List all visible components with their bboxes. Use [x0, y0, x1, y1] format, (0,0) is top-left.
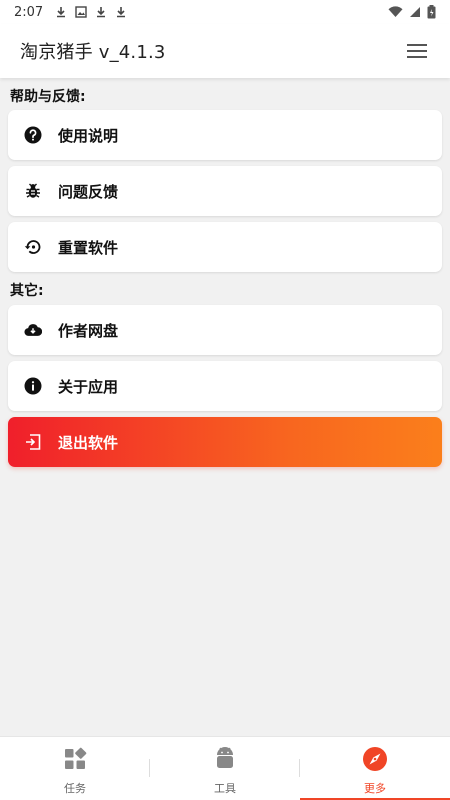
exit-app-label: 退出软件: [58, 433, 119, 452]
nav-tab-more[interactable]: 更多: [300, 737, 450, 800]
nav-tab-more-label: 更多: [364, 781, 386, 795]
restore-icon: [24, 238, 42, 256]
nav-tab-tools[interactable]: 工具: [150, 737, 300, 800]
system-icons: [388, 5, 436, 19]
hamburger-menu-icon: [407, 44, 427, 58]
exit-app-button[interactable]: 退出软件: [8, 417, 442, 467]
nav-tab-tasks[interactable]: 任务: [0, 737, 150, 800]
app-bar: 淘京猪手 v_4.1.3: [0, 24, 450, 78]
bottom-nav: 任务 工具 更多: [0, 736, 450, 800]
author-netdisk-label: 作者网盘: [58, 321, 119, 340]
download-icon: [117, 7, 126, 18]
reset-app-button[interactable]: 重置软件: [8, 222, 442, 272]
info-icon: [24, 377, 42, 395]
status-time: 2:07: [14, 4, 44, 20]
about-app-button[interactable]: 关于应用: [8, 361, 442, 411]
logout-icon: [24, 433, 42, 451]
nav-tab-tasks-label: 任务: [64, 781, 86, 795]
image-icon: [75, 6, 87, 18]
help-circle-icon: [24, 126, 42, 144]
signal-icon: [410, 7, 420, 17]
help-manual-label: 使用说明: [58, 126, 119, 145]
cloud-download-icon: [24, 321, 42, 339]
help-manual-button[interactable]: 使用说明: [8, 110, 442, 160]
grid-icon: [62, 746, 88, 772]
section-title-help: 帮助与反馈:: [10, 89, 86, 105]
download-icon: [57, 7, 66, 18]
feedback-button[interactable]: 问题反馈: [8, 166, 442, 216]
menu-button[interactable]: [404, 38, 430, 64]
author-netdisk-button[interactable]: 作者网盘: [8, 305, 442, 355]
section-title-other: 其它:: [10, 283, 44, 299]
battery-icon: [427, 5, 436, 19]
status-bar: 2:07: [0, 0, 450, 24]
feedback-label: 问题反馈: [58, 182, 119, 201]
notification-icons: [55, 6, 127, 18]
reset-app-label: 重置软件: [58, 238, 119, 257]
compass-icon: [362, 746, 388, 772]
wifi-icon: [388, 6, 403, 17]
android-icon: [212, 746, 238, 772]
about-app-label: 关于应用: [58, 377, 119, 396]
bug-icon: [24, 182, 42, 200]
download-icon: [97, 7, 106, 18]
app-title: 淘京猪手 v_4.1.3: [20, 42, 166, 63]
main-content: 帮助与反馈: 使用说明 问题反馈 重置软件 其它: 作者网盘 关于应用 退出软件: [0, 78, 450, 736]
nav-tab-tools-label: 工具: [214, 781, 236, 795]
